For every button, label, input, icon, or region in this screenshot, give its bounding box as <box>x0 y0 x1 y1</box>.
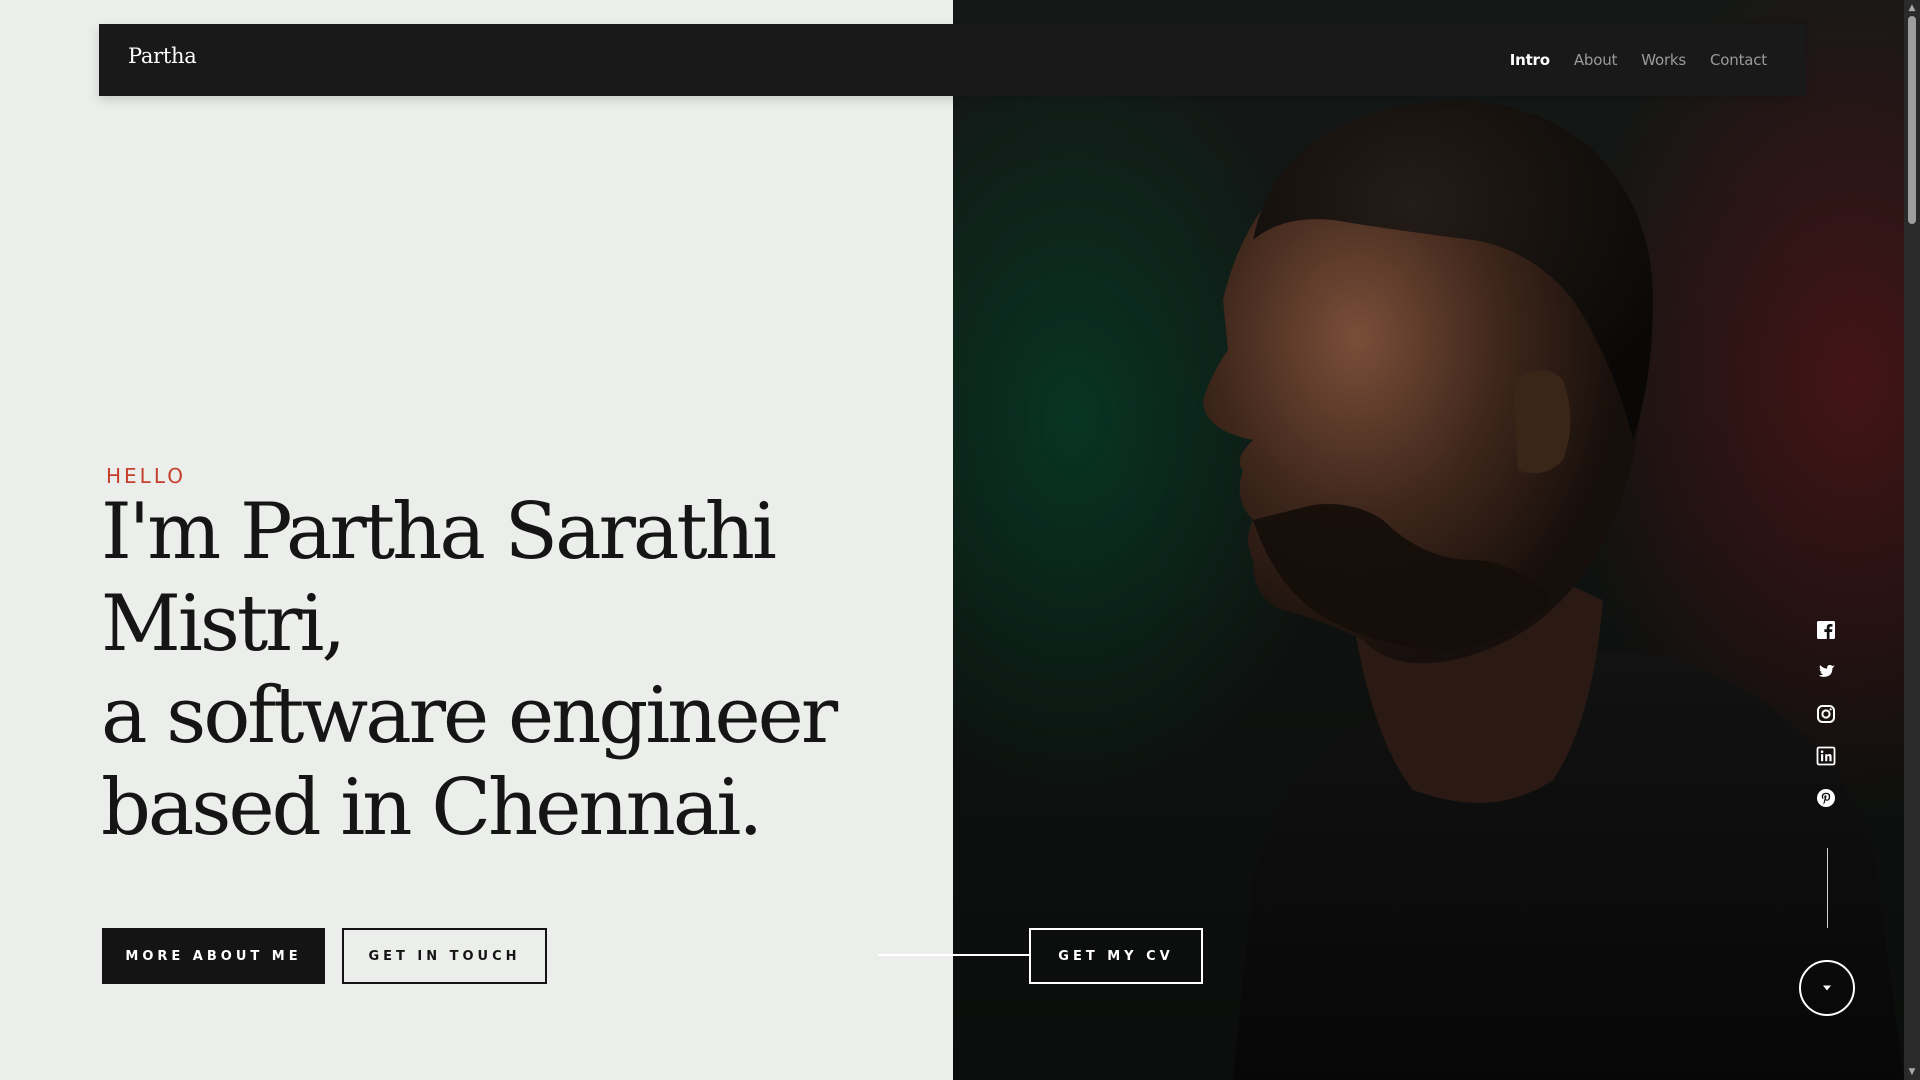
nav-item-intro[interactable]: Intro <box>1510 51 1550 69</box>
social-links <box>1816 620 1838 808</box>
nav-item-about[interactable]: About <box>1574 51 1618 69</box>
portrait-image <box>1203 101 1904 1080</box>
nav-item-contact[interactable]: Contact <box>1710 51 1767 69</box>
social-divider-line <box>1827 848 1828 928</box>
headline-line: Mistri, <box>101 579 346 669</box>
caret-down-icon <box>1823 985 1831 991</box>
more-about-me-button[interactable]: MORE ABOUT ME <box>102 928 325 984</box>
site-logo[interactable]: Partha <box>128 44 197 68</box>
headline-line: a software engineer <box>101 671 838 761</box>
hero-headline: I'm Partha Sarathi Mistri, a software en… <box>101 486 861 854</box>
nav-item-works[interactable]: Works <box>1641 51 1686 69</box>
headline-line: I'm Partha Sarathi <box>101 487 777 577</box>
hero-portrait-panel <box>953 0 1904 1080</box>
pinterest-icon[interactable] <box>1816 788 1836 808</box>
scroll-down-arrow-icon[interactable]: ▼ <box>1904 1064 1920 1080</box>
hero-greeting: HELLO <box>106 464 186 488</box>
main-nav: Intro About Works Contact <box>1510 51 1767 69</box>
instagram-icon[interactable] <box>1816 704 1836 724</box>
scrollbar-thumb[interactable] <box>1908 16 1916 224</box>
get-my-cv-button[interactable]: GET MY CV <box>1029 928 1203 984</box>
scroll-up-arrow-icon[interactable]: ▲ <box>1904 0 1920 16</box>
headline-line: based in Chennai. <box>101 763 763 853</box>
facebook-icon[interactable] <box>1816 620 1836 640</box>
cv-connector-line <box>878 954 1029 956</box>
page-scrollbar[interactable]: ▲ ▼ <box>1904 0 1920 1080</box>
get-in-touch-button[interactable]: GET IN TOUCH <box>342 928 547 984</box>
linkedin-icon[interactable] <box>1816 746 1836 766</box>
site-header: Partha Intro About Works Contact <box>99 24 1806 96</box>
scroll-down-button[interactable] <box>1799 960 1855 1016</box>
twitter-icon[interactable] <box>1816 662 1836 682</box>
